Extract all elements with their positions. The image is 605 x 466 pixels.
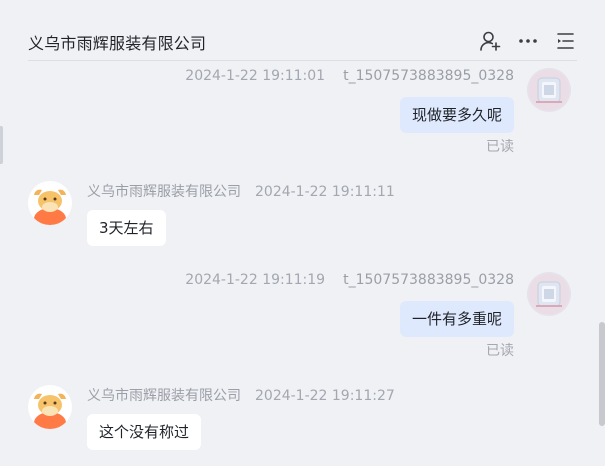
message-sender: t_1507573883895_0328: [343, 68, 514, 84]
message-meta: 义乌市雨辉服装有限公司 2024-1-22 19:11:11: [87, 181, 395, 201]
shop-avatar[interactable]: [28, 385, 72, 429]
message-bubble[interactable]: 一件有多重呢: [399, 301, 514, 337]
message-sender: 义乌市雨辉服装有限公司: [87, 388, 241, 404]
message-bubble[interactable]: 现做要多久呢: [399, 97, 514, 133]
header-actions: [479, 30, 577, 52]
message-time: 2024-1-22 19:11:27: [255, 388, 395, 404]
scrollbar-thumb[interactable]: [599, 322, 605, 426]
message-time: 2024-1-22 19:11:19: [185, 272, 326, 288]
message-time: 2024-1-22 19:11:01: [185, 68, 326, 84]
chat-title: 义乌市雨辉服装有限公司: [28, 34, 207, 53]
message-bubble[interactable]: 这个没有称过: [87, 414, 202, 450]
shop-avatar[interactable]: [28, 181, 72, 225]
chat-header: 义乌市雨辉服装有限公司: [28, 18, 577, 61]
message-time: 2024-1-22 19:11:11: [255, 184, 395, 200]
message-sender: 义乌市雨辉服装有限公司: [87, 184, 241, 200]
read-status: 已读: [486, 139, 514, 155]
message-meta: 2024-1-22 19:11:19 t_1507573883895_0328: [171, 272, 514, 288]
add-person-icon[interactable]: [479, 30, 501, 52]
user-avatar[interactable]: [527, 68, 571, 112]
user-avatar[interactable]: [527, 272, 571, 316]
panel-resize-handle[interactable]: [0, 126, 3, 164]
message-meta: 2024-1-22 19:11:01 t_1507573883895_0328: [171, 68, 514, 84]
chat-window: 义乌市雨辉服装有限公司 2024-1-22 19:11:01 t_1507573…: [0, 0, 605, 466]
menu-list-icon[interactable]: [555, 30, 577, 52]
message-bubble[interactable]: 3天左右: [87, 210, 166, 246]
more-icon[interactable]: [517, 30, 539, 52]
message-sender: t_1507573883895_0328: [343, 272, 514, 288]
read-status: 已读: [486, 343, 514, 359]
message-meta: 义乌市雨辉服装有限公司 2024-1-22 19:11:27: [87, 385, 395, 405]
